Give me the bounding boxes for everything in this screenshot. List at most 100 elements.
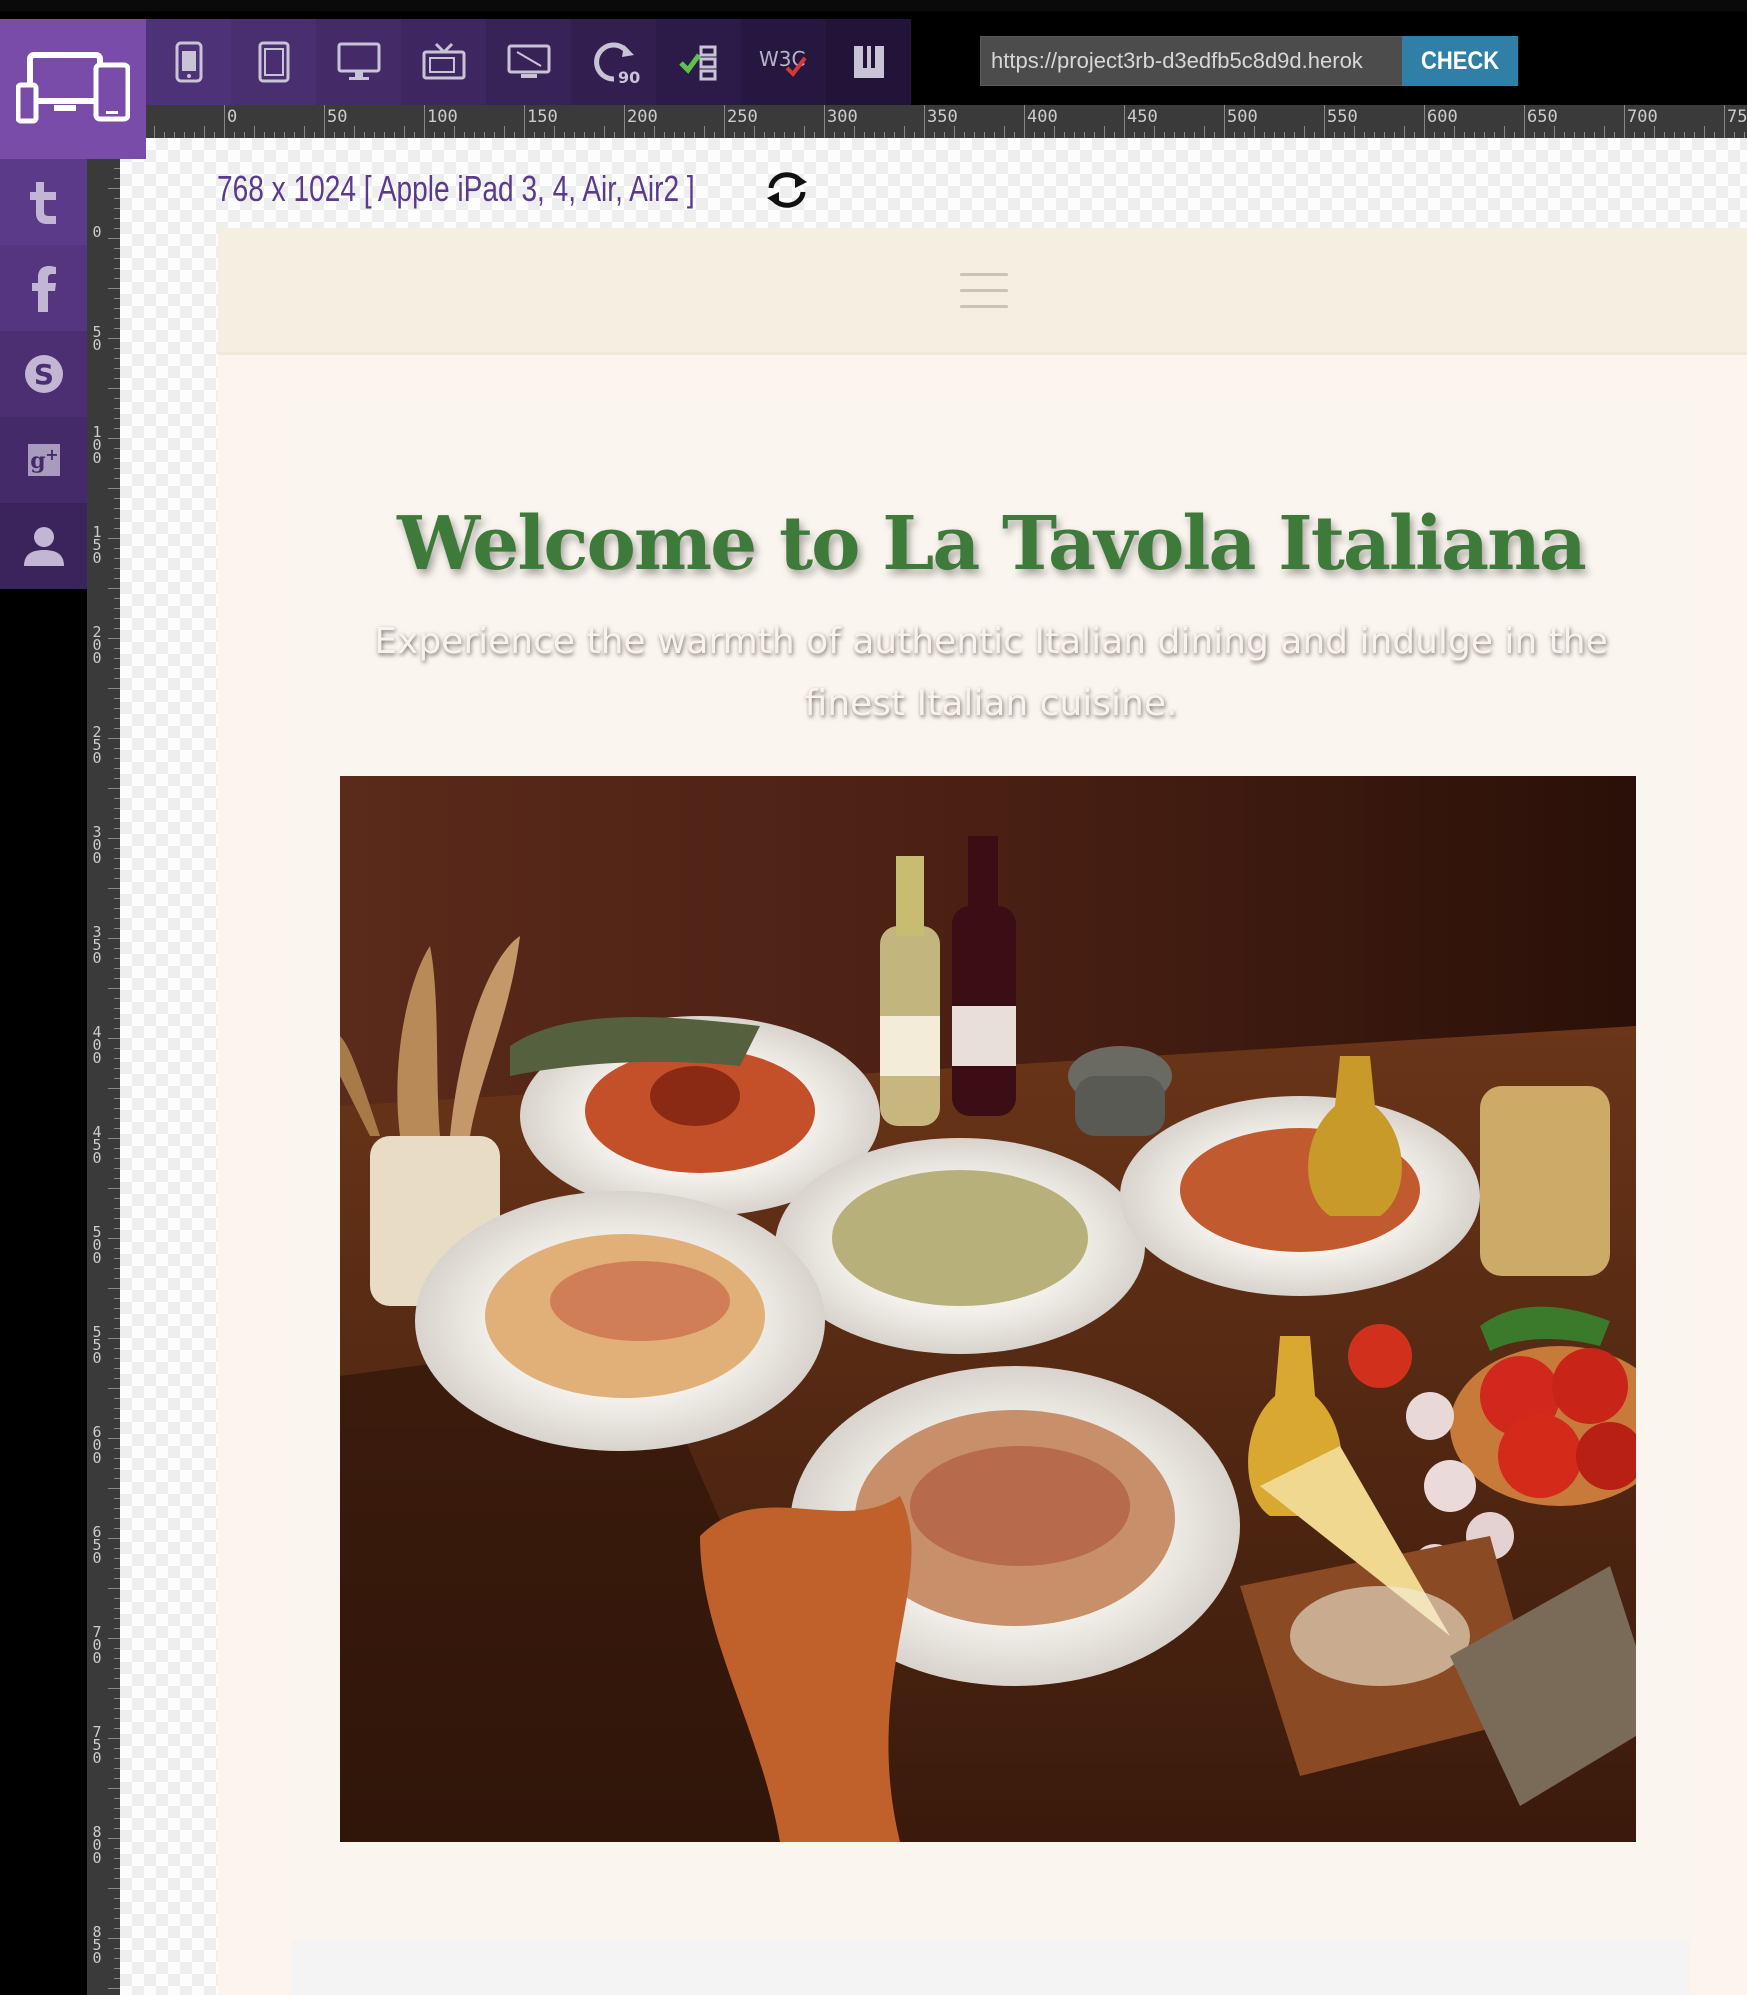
ruler-tick [1504,126,1505,138]
ruler-tick [1004,126,1005,138]
ruler-major-tick [624,105,625,138]
refresh-button[interactable] [765,170,809,214]
hero-title: Welcome to La Tavola Italiana [397,501,1587,587]
ruler-label: 550 [1327,107,1358,127]
ruler-major-tick [1424,105,1425,138]
facebook-button[interactable] [0,245,87,331]
ruler-tick [108,738,120,739]
tablet-button[interactable] [231,19,316,105]
ruler-major-tick [1224,105,1225,138]
ruler-tick [108,1588,120,1589]
ruler-label: 200 [627,107,658,127]
ruler-tick [108,1838,120,1839]
ruler-label: 450 [1127,107,1158,127]
skype-button[interactable]: S [0,331,87,417]
w3c-button[interactable]: W3C [741,19,826,105]
ruler-major-tick [524,105,525,138]
hamburger-menu-icon[interactable] [960,271,1008,311]
ruler-tick [804,126,805,138]
ruler-label: 300 [827,107,858,127]
skype-icon: S [24,355,63,393]
ruler-major-tick [724,105,725,138]
ruler-tick [354,126,355,138]
user-icon [23,527,64,566]
ruler-tick [254,126,255,138]
social-sidebar: S g + [0,159,87,589]
ruler-tick [108,588,120,589]
ruler-tick [108,1538,120,1539]
ruler-major-tick [1124,105,1125,138]
hero-subtitle: Experience the warmth of authentic Itali… [374,621,1608,724]
ruler-tick [654,126,655,138]
ruler-label: 700 [92,1623,102,1667]
ruler-tick [108,488,120,489]
ruler-label: 250 [727,107,758,127]
ruler-tick [108,1788,120,1789]
validate-icon [678,45,716,81]
ruler-tick [108,288,120,289]
ruler-tick [108,1088,120,1089]
ruler-tick [108,888,120,889]
ruler-tick [1254,126,1255,138]
ruler-label: 500 [1227,107,1258,127]
tumblr-button[interactable] [0,159,87,245]
ruler-label: 800 [92,1823,102,1867]
check-button[interactable]: CHECK [1402,36,1519,86]
rotate-90-icon: 90° [593,42,640,85]
ruler-tick [954,126,955,138]
ruler-label: 100 [92,423,102,467]
ruler-label: 75 [1727,107,1747,127]
top-divider [0,0,1747,11]
ruler-major-tick [324,105,325,138]
google-plus-icon: g + [27,444,60,476]
url-input[interactable]: https://project3rb-d3edfb5c8d9d.herok [980,36,1403,86]
ruler-label: 600 [1427,107,1458,127]
ruler-tick [108,388,120,389]
ruler-tick [154,126,155,138]
rotate-button[interactable]: 90° [571,19,656,105]
phone-button[interactable] [146,19,231,105]
ruler-tick [504,126,505,138]
ruler-label: 350 [927,107,958,127]
ruler-label: 700 [1627,107,1658,127]
ruler-label: 0 [92,223,102,241]
w3c-icon: W3C [759,47,807,78]
validate-button[interactable] [656,19,741,105]
ruler-tick [108,238,120,239]
ruler-tick [108,1738,120,1739]
ruler-tick [108,938,120,939]
book-button[interactable] [826,19,911,105]
ruler-tick [1604,126,1605,138]
refresh-icon [767,172,807,208]
ruler-label: 850 [92,1923,102,1967]
ruler-major-tick [1524,105,1525,138]
ruler-tick [108,988,120,989]
ruler-tick [108,438,120,439]
user-button[interactable] [0,503,87,589]
top-toolbar: 90° W3C https://project3rb-d3edfb5c8d9d.… [0,0,1747,158]
ruler-tick [1454,126,1455,138]
horizontal-ruler: 0 50 100 150 200 250 300 350 400 450 500 550 600 650 7… [146,105,1747,138]
widescreen-button[interactable] [486,19,571,105]
ruler-tick [1154,126,1155,138]
ruler-label: 150 [92,523,102,567]
google-plus-button[interactable]: g + [0,417,87,503]
ruler-tick [1204,126,1205,138]
desktop-icon [337,42,380,80]
ruler-tick [108,688,120,689]
device-size-label: 768 x 1024 [ Apple iPad 3, 4, Air, Air2 … [217,168,695,209]
ruler-tick [108,1438,120,1439]
ruler-tick [108,1238,120,1239]
ruler-major-tick [1024,105,1025,138]
ruler-tick [108,338,120,339]
ruler-label: 650 [1527,107,1558,127]
rotate-90-label: 90° [618,68,640,85]
desktop-button[interactable] [316,19,401,105]
tv-button[interactable] [401,19,486,105]
tumblr-icon [29,182,56,224]
ruler-tick [1554,126,1555,138]
ruler-tick [1704,126,1705,138]
ruler-label: 0 [227,107,238,127]
ruler-tick [108,1888,120,1889]
ruler-tick [108,538,120,539]
